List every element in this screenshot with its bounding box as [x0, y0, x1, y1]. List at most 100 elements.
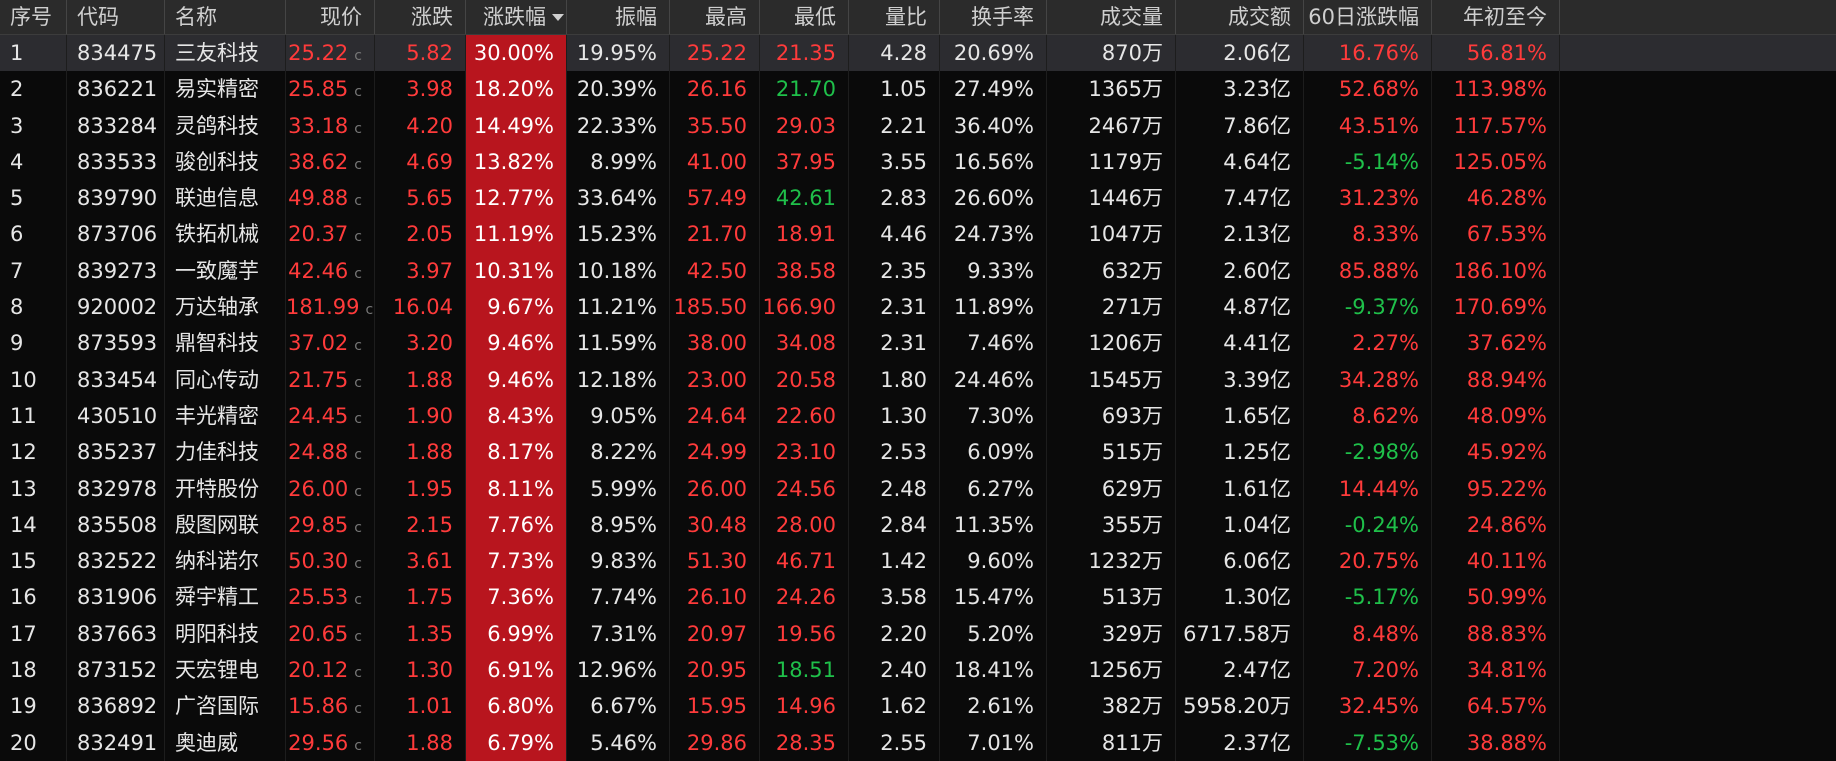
cell-seq: 20 [0, 724, 67, 761]
table-row[interactable]: 10 833454 同心传动 21.75 c 1.88 9.46% 12.18% 23.00 20… [0, 361, 1836, 398]
cell-amp: 12.18% [567, 361, 670, 398]
cell-value: 35.50 [686, 113, 747, 138]
cell-name: 同心传动 [165, 361, 286, 398]
cell-vr: 2.35 [849, 252, 940, 290]
cell-amt: 2.47亿 [1176, 652, 1304, 689]
table-row[interactable]: 1 834475 三友科技 25.22 c 5.82 30.00% 19.95% 25.22 21… [0, 35, 1836, 72]
cell-name: 联迪信息 [165, 180, 286, 217]
cell-value: 7.73% [487, 549, 554, 574]
table-row[interactable]: 15 832522 纳科诺尔 50.30 c 3.61 7.73% 9.83% 51.30 46.… [0, 543, 1836, 580]
table-body: 1 834475 三友科技 25.22 c 5.82 30.00% 19.95% 25.22 21… [0, 35, 1836, 761]
column-header-seq[interactable]: 序号 [0, 0, 67, 34]
cell-value: 1.30 [406, 658, 453, 683]
cell-amp: 7.31% [567, 615, 670, 653]
cell-turn: 9.60% [940, 543, 1047, 580]
table-row[interactable]: 17 837663 明阳科技 20.65 c 1.35 6.99% 7.31% 20.97 19.… [0, 615, 1836, 653]
table-row[interactable]: 9 873593 鼎智科技 37.02 c 3.20 9.46% 11.59% 38.00 34.… [0, 325, 1836, 362]
table-row[interactable]: 2 836221 易实精密 25.85 c 3.98 18.20% 20.39% 26.16 21… [0, 71, 1836, 108]
column-header-high[interactable]: 最高 [670, 0, 760, 34]
cell-pct: 6.91% [466, 652, 567, 689]
column-header-pct[interactable]: 涨跌幅 [466, 0, 567, 34]
cell-high: 57.49 [670, 180, 760, 217]
cell-value: 51.30 [686, 549, 747, 574]
cell-ytd: 64.57% [1432, 688, 1560, 725]
cell-value: 6.91% [487, 658, 554, 683]
table-row[interactable]: 7 839273 一致魔芋 42.46 c 3.97 10.31% 10.18% 42.50 38… [0, 252, 1836, 290]
cell-pct: 7.36% [466, 579, 567, 616]
cell-value: 10.31% [473, 258, 554, 283]
cell-value: 382万 [1101, 694, 1163, 719]
table-row[interactable]: 8 920002 万达轴承 181.99 c 16.04 9.67% 11.21% 185.50… [0, 289, 1836, 326]
cell-value: 19 [10, 694, 37, 719]
column-header-d60[interactable]: 60日涨跌幅 [1304, 0, 1432, 34]
column-header-vol[interactable]: 成交量 [1047, 0, 1176, 34]
cell-amp: 6.67% [567, 688, 670, 725]
table-row[interactable]: 19 836892 广咨国际 15.86 c 1.01 6.80% 6.67% 15.95 14.… [0, 688, 1836, 725]
cell-turn: 15.47% [940, 579, 1047, 616]
cell-amp: 8.99% [567, 143, 670, 181]
cell-change: 16.04 [375, 289, 466, 326]
cell-value: 易实精密 [175, 77, 259, 102]
sort-descending-icon[interactable] [552, 14, 564, 21]
column-header-amt[interactable]: 成交额 [1176, 0, 1304, 34]
cell-vr: 2.53 [849, 434, 940, 471]
column-header-amp[interactable]: 振幅 [567, 0, 670, 34]
column-header-price[interactable]: 现价 [286, 0, 375, 34]
cell-value: 2.53 [880, 440, 927, 465]
cell-value: 837663 [77, 621, 158, 646]
table-row[interactable]: 14 835508 殷图网联 29.85 c 2.15 7.76% 8.95% 30.48 28.… [0, 506, 1836, 544]
column-header-code[interactable]: 代码 [67, 0, 165, 34]
cell-value: 186.10% [1453, 258, 1547, 283]
column-header-name[interactable]: 名称 [165, 0, 286, 34]
cell-value: 3.98 [406, 77, 453, 102]
table-row[interactable]: 11 430510 丰光精密 24.45 c 1.90 8.43% 9.05% 24.64 22.… [0, 397, 1836, 435]
cell-value: 2.27% [1352, 331, 1419, 356]
cell-value: 5.65 [406, 186, 453, 211]
cell-vol: 1365万 [1047, 71, 1176, 108]
table-row[interactable]: 18 873152 天宏锂电 20.12 c 1.30 6.91% 12.96% 20.95 18… [0, 652, 1836, 689]
cell-vol: 1256万 [1047, 652, 1176, 689]
cell-turn: 18.41% [940, 652, 1047, 689]
cell-name: 丰光精密 [165, 397, 286, 435]
cell-vr: 3.55 [849, 143, 940, 181]
table-row[interactable]: 3 833284 灵鸽科技 33.18 c 4.20 14.49% 22.33% 35.50 29… [0, 107, 1836, 144]
cell-value: 20.69% [953, 41, 1034, 65]
cell-value: 15 [10, 549, 37, 574]
cell-seq: 10 [0, 361, 67, 398]
cell-low: 23.10 [760, 434, 849, 471]
cell-d60: -9.37% [1304, 289, 1432, 326]
column-header-change[interactable]: 涨跌 [375, 0, 466, 34]
table-row[interactable]: 13 832978 开特股份 26.00 c 1.95 8.11% 5.99% 26.00 24.… [0, 470, 1836, 507]
cell-value: 23.00 [686, 367, 747, 392]
cell-value: 3.61 [406, 549, 453, 574]
cell-ytd: 125.05% [1432, 143, 1560, 181]
column-header-vr[interactable]: 量比 [849, 0, 940, 34]
cell-turn: 20.69% [940, 35, 1047, 72]
table-row[interactable]: 16 831906 舜宇精工 25.53 c 1.75 7.36% 7.74% 26.10 24.… [0, 579, 1836, 616]
table-row[interactable]: 20 832491 奥迪威 29.56 c 1.88 6.79% 5.46% 29.86 28.3… [0, 724, 1836, 761]
column-header-turn[interactable]: 换手率 [940, 0, 1047, 34]
column-header-low[interactable]: 最低 [760, 0, 849, 34]
cell-value: 6717.58万 [1183, 621, 1291, 646]
cell-value: 7.46% [967, 331, 1034, 356]
cell-pct: 7.76% [466, 506, 567, 544]
cell-seq: 4 [0, 143, 67, 181]
cell-low: 19.56 [760, 615, 849, 653]
cell-value: 1.88 [406, 730, 453, 755]
cell-price: 38.62 c [286, 143, 375, 181]
cell-value: 19.56 [775, 621, 836, 646]
table-row[interactable]: 6 873706 铁拓机械 20.37 c 2.05 11.19% 15.23% 21.70 18… [0, 216, 1836, 253]
cell-value: 25.53 [288, 585, 349, 610]
table-row[interactable]: 4 833533 骏创科技 38.62 c 4.69 13.82% 8.99% 41.00 37.… [0, 143, 1836, 181]
table-row[interactable]: 12 835237 力佳科技 24.88 c 1.88 8.17% 8.22% 24.99 23.… [0, 434, 1836, 471]
cell-value: 9.67% [487, 295, 554, 320]
cell-code: 832978 [67, 470, 165, 507]
column-header-ytd[interactable]: 年初至今 [1432, 0, 1560, 34]
cell-price: 25.53 c [286, 579, 375, 616]
cell-value: 515万 [1101, 440, 1163, 465]
cell-amt: 4.64亿 [1176, 143, 1304, 181]
cell-code: 835237 [67, 434, 165, 471]
cell-value: 88.83% [1466, 621, 1547, 646]
cell-seq: 14 [0, 506, 67, 544]
table-row[interactable]: 5 839790 联迪信息 49.88 c 5.65 12.77% 33.64% 57.49 42… [0, 180, 1836, 217]
